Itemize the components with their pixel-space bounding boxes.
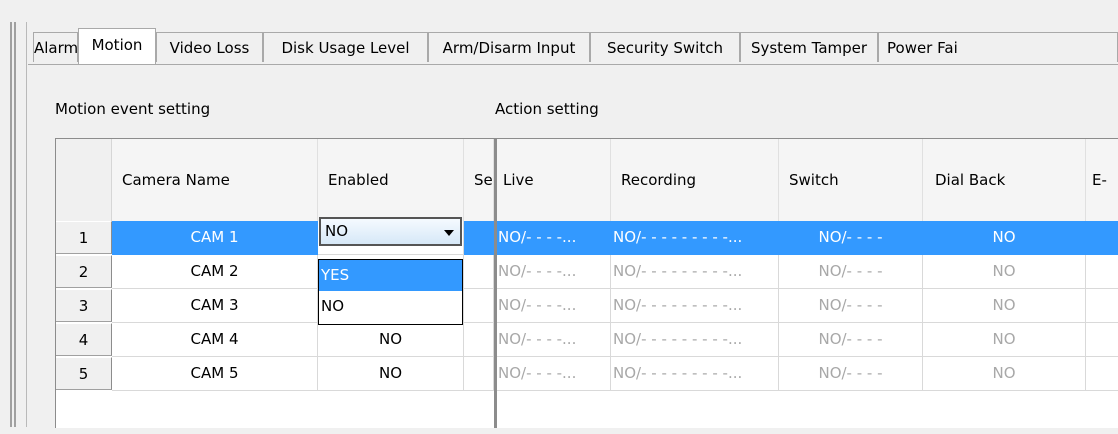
column-header-live[interactable]: Live [497,139,611,221]
tab-arm-disarm-input[interactable]: Arm/Disarm Input [428,32,590,62]
switch-cell[interactable]: NO/- - - - [779,221,923,255]
switch-cell[interactable]: NO/- - - - [779,323,923,357]
tab-system-tamper[interactable]: System Tamper [740,32,878,62]
live-cell[interactable]: NO/- - - -... [497,289,611,323]
recording-cell[interactable]: NO/- - - - - - - - -... [611,289,779,323]
row-number[interactable]: 4 [56,323,112,356]
top-strip [0,0,1118,22]
tab-power-fail[interactable]: Power Fai [878,32,1118,62]
email-cell[interactable] [1086,255,1118,289]
camera-name-cell[interactable]: CAM 3 [112,289,318,323]
se-cell[interactable] [464,289,494,323]
switch-cell[interactable]: NO/- - - - [779,357,923,391]
live-cell[interactable]: NO/- - - -... [497,255,611,289]
dropdown-option-yes[interactable]: YES [319,260,462,291]
column-header-dial-back[interactable]: Dial Back [923,139,1086,221]
live-cell[interactable]: NO/- - - -... [497,221,611,255]
motion-event-setting-label: Motion event setting [55,100,211,118]
enabled-combobox[interactable]: NO [319,217,462,246]
action-setting-label: Action setting [495,100,599,118]
motion-event-grid: Camera Name Enabled Se Live Recording Sw… [55,138,1118,428]
email-cell[interactable] [1086,221,1118,255]
camera-name-cell[interactable]: CAM 1 [112,221,318,255]
se-cell[interactable] [464,221,494,255]
table-row[interactable]: 3 CAM 3 NO NO/- - - -... NO/- - - - - - … [56,289,1118,323]
column-header-camera-name[interactable]: Camera Name [112,139,318,221]
grid-corner [56,139,112,221]
se-cell[interactable] [464,323,494,357]
dial-back-cell[interactable]: NO [923,289,1086,323]
column-header-switch[interactable]: Switch [779,139,923,221]
enabled-cell[interactable]: NO [318,357,464,391]
email-cell[interactable] [1086,357,1118,391]
camera-name-cell[interactable]: CAM 2 [112,255,318,289]
dial-back-cell[interactable]: NO [923,255,1086,289]
row-number[interactable]: 5 [56,357,112,390]
dropdown-option-no[interactable]: NO [319,291,462,322]
switch-cell[interactable]: NO/- - - - [779,289,923,323]
tab-motion[interactable]: Motion [78,28,156,64]
dial-back-cell[interactable]: NO [923,221,1086,255]
left-frame-border [10,22,28,427]
table-row[interactable]: 5 CAM 5 NO NO/- - - -... NO/- - - - - - … [56,357,1118,391]
tab-alarm[interactable]: Alarm [33,32,78,62]
tab-security-switch[interactable]: Security Switch [590,32,740,62]
table-row[interactable]: 2 CAM 2 NO NO/- - - -... NO/- - - - - - … [56,255,1118,289]
chevron-down-icon[interactable] [444,230,454,236]
table-row[interactable]: 1 CAM 1 NO NO/- - - -... NO/- - - - - - … [56,221,1118,255]
recording-cell[interactable]: NO/- - - - - - - - -... [611,221,779,255]
column-header-email[interactable]: E- [1086,139,1118,221]
frozen-column-splitter[interactable] [494,139,497,428]
row-number[interactable]: 2 [56,255,112,288]
enabled-cell[interactable]: NO [318,323,464,357]
se-cell[interactable] [464,255,494,289]
dial-back-cell[interactable]: NO [923,357,1086,391]
enabled-combobox-value: NO [325,222,349,240]
dial-back-cell[interactable]: NO [923,323,1086,357]
enabled-dropdown-list: YES NO [318,259,463,325]
live-cell[interactable]: NO/- - - -... [497,323,611,357]
column-header-recording[interactable]: Recording [611,139,779,221]
recording-cell[interactable]: NO/- - - - - - - - -... [611,323,779,357]
tab-video-loss[interactable]: Video Loss [156,32,263,62]
email-cell[interactable] [1086,323,1118,357]
se-cell[interactable] [464,357,494,391]
table-row[interactable]: 4 CAM 4 NO NO/- - - -... NO/- - - - - - … [56,323,1118,357]
row-number[interactable]: 1 [56,221,112,254]
column-header-se[interactable]: Se [464,139,494,221]
row-number[interactable]: 3 [56,289,112,322]
email-cell[interactable] [1086,289,1118,323]
camera-name-cell[interactable]: CAM 5 [112,357,318,391]
event-tabs: Alarm Motion Video Loss Disk Usage Level… [33,28,1118,64]
recording-cell[interactable]: NO/- - - - - - - - -... [611,255,779,289]
switch-cell[interactable]: NO/- - - - [779,255,923,289]
live-cell[interactable]: NO/- - - -... [497,357,611,391]
camera-name-cell[interactable]: CAM 4 [112,323,318,357]
tab-disk-usage-level[interactable]: Disk Usage Level [263,32,428,62]
recording-cell[interactable]: NO/- - - - - - - - -... [611,357,779,391]
column-header-enabled[interactable]: Enabled [318,139,464,221]
